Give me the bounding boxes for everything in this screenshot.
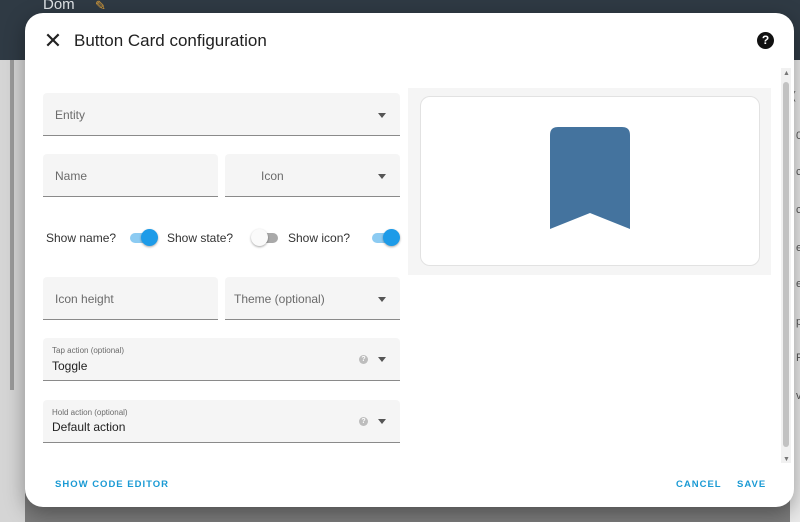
bg-letter: e <box>796 242 800 254</box>
background-left-scrollbar <box>10 60 14 390</box>
icon-label: Icon <box>261 169 284 183</box>
help-icon[interactable]: ? <box>757 32 774 49</box>
hold-action-label: Hold action (optional) <box>52 408 128 417</box>
switch-thumb <box>141 229 158 246</box>
card-preview-area <box>408 88 771 275</box>
cancel-button[interactable]: CANCEL <box>676 479 722 490</box>
show-icon-switch[interactable] <box>372 229 400 247</box>
bg-letter: e <box>796 278 800 290</box>
scroll-down-arrow-icon[interactable]: ▼ <box>783 456 790 463</box>
chevron-down-icon[interactable] <box>378 113 386 118</box>
chevron-down-icon[interactable] <box>378 297 386 302</box>
bg-letter: p <box>796 316 800 328</box>
icon-height-field[interactable]: Icon height <box>43 277 218 320</box>
show-name-label: Show name? <box>46 231 117 245</box>
dialog-scrollbar[interactable]: ▲ ▼ <box>781 68 791 463</box>
theme-field[interactable]: Theme (optional) <box>225 277 400 320</box>
bg-letter: c <box>796 166 800 178</box>
chevron-down-icon[interactable] <box>378 357 386 362</box>
save-button[interactable]: SAVE <box>737 479 766 490</box>
bg-letter: 0 <box>796 130 800 142</box>
scroll-thumb[interactable] <box>783 82 789 447</box>
tap-action-label: Tap action (optional) <box>52 346 125 355</box>
entity-field[interactable]: Entity <box>43 93 400 136</box>
tap-action-value: Toggle <box>52 359 88 373</box>
show-code-editor-button[interactable]: SHOW CODE EDITOR <box>55 479 169 490</box>
hold-action-value: Default action <box>52 420 126 434</box>
bookmark-icon <box>550 127 630 229</box>
switch-thumb <box>383 229 400 246</box>
entity-label: Entity <box>55 108 86 122</box>
hold-action-field[interactable]: Hold action (optional) Default action ? <box>43 400 400 443</box>
show-state-label: Show state? <box>167 231 234 245</box>
button-card-preview[interactable] <box>420 96 760 266</box>
bg-letter: c <box>796 204 800 216</box>
bg-letter: v <box>796 390 800 402</box>
tap-action-field[interactable]: Tap action (optional) Toggle ? <box>43 338 400 381</box>
edit-pencil-icon: ✎ <box>95 0 106 13</box>
name-label: Name <box>55 169 88 183</box>
show-state-switch[interactable] <box>251 229 280 247</box>
card-config-dialog: ✕ Button Card configuration ? Entity Nam… <box>25 13 794 507</box>
app-header-title: Dom <box>43 0 75 13</box>
chevron-down-icon[interactable] <box>378 419 386 424</box>
scroll-up-arrow-icon[interactable]: ▲ <box>783 70 790 77</box>
name-field[interactable]: Name <box>43 154 218 197</box>
close-icon[interactable]: ✕ <box>41 29 65 53</box>
icon-height-label: Icon height <box>55 292 114 306</box>
show-icon-label: Show icon? <box>288 231 351 245</box>
help-circle-icon[interactable]: ? <box>359 355 368 364</box>
chevron-down-icon[interactable] <box>378 174 386 179</box>
theme-label: Theme (optional) <box>234 292 325 306</box>
switch-thumb <box>251 229 268 246</box>
icon-field[interactable]: Icon <box>225 154 400 197</box>
help-circle-icon[interactable]: ? <box>359 417 368 426</box>
show-name-switch[interactable] <box>130 229 158 247</box>
bg-letter: F <box>796 352 800 364</box>
dialog-title: Button Card configuration <box>74 31 267 50</box>
